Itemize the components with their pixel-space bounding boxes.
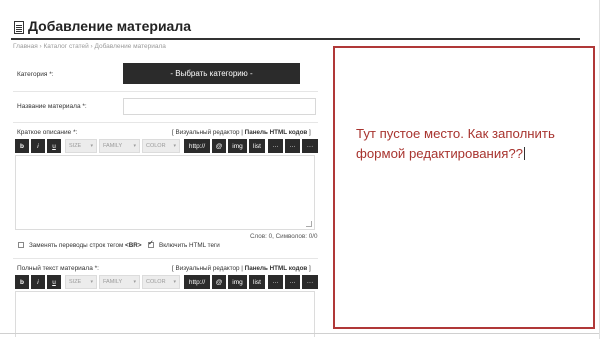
replace-br-text: Заменять переводы строк тегом bbox=[29, 242, 126, 249]
font-size-select[interactable]: SIZE bbox=[65, 139, 97, 153]
short-description-toolbar: b i u SIZE FAMILY COLOR http:// @ img li… bbox=[15, 139, 318, 153]
page-header: Добавление материала bbox=[11, 17, 586, 41]
annotation-text: Тут пустое место. Как заполнить формой р… bbox=[356, 124, 588, 164]
short-description-label: Краткое описание *: bbox=[17, 129, 78, 136]
divider bbox=[13, 258, 318, 259]
font-color-select[interactable]: COLOR bbox=[142, 275, 180, 289]
bold-button[interactable]: b bbox=[15, 275, 29, 289]
annotation-message: Тут пустое место. Как заполнить формой р… bbox=[356, 126, 555, 161]
document-icon bbox=[14, 21, 24, 34]
page-bottom-edge bbox=[0, 333, 600, 339]
underline-button[interactable]: u bbox=[47, 139, 61, 153]
insert-image-button[interactable]: img bbox=[228, 275, 247, 289]
annotation-box: Тут пустое место. Как заполнить формой р… bbox=[333, 46, 595, 329]
insert-image-button[interactable]: img bbox=[228, 139, 247, 153]
insert-link-button[interactable]: http:// bbox=[184, 275, 210, 289]
text-caret bbox=[524, 147, 526, 160]
resize-handle[interactable] bbox=[306, 221, 312, 227]
html-panel-link[interactable]: Панель HTML кодов bbox=[245, 129, 308, 136]
more-button[interactable]: ··· bbox=[302, 275, 318, 289]
enable-html-checkbox[interactable] bbox=[148, 239, 154, 248]
divider bbox=[13, 91, 318, 92]
category-label: Категория *: bbox=[17, 71, 54, 78]
bold-button[interactable]: b bbox=[15, 139, 29, 153]
full-text-label: Полный текст материала *: bbox=[17, 265, 99, 272]
material-name-label: Название материала *: bbox=[17, 103, 87, 110]
italic-button[interactable]: i bbox=[31, 139, 45, 153]
insert-link-button[interactable]: http:// bbox=[184, 139, 210, 153]
italic-button[interactable]: i bbox=[31, 275, 45, 289]
short-description-textarea[interactable] bbox=[15, 155, 315, 230]
divider bbox=[13, 122, 318, 123]
insert-email-button[interactable]: @ bbox=[212, 275, 226, 289]
editor-switch-prefix[interactable]: [ Визуальный редактор | bbox=[172, 265, 245, 272]
replace-br-label: Заменять переводы строк тегом <BR> bbox=[29, 242, 142, 249]
select-category-button[interactable]: - Выбрать категорию - bbox=[123, 63, 300, 84]
editor-mode-switch[interactable]: [ Визуальный редактор | Панель HTML кодо… bbox=[172, 265, 311, 272]
font-family-select[interactable]: FAMILY bbox=[99, 275, 140, 289]
editor-switch-prefix[interactable]: [ Визуальный редактор | bbox=[172, 129, 245, 136]
character-counter: Слов: 0, Символов: 0/0 bbox=[250, 233, 318, 240]
full-text-textarea[interactable] bbox=[15, 291, 315, 337]
editor-switch-suffix: ] bbox=[307, 265, 311, 272]
insert-list-button[interactable]: list bbox=[249, 139, 265, 153]
editor-switch-suffix: ] bbox=[307, 129, 311, 136]
enable-html-label: Включить HTML теги bbox=[159, 242, 220, 249]
title-underline bbox=[11, 38, 580, 40]
font-color-select[interactable]: COLOR bbox=[142, 139, 180, 153]
full-text-toolbar: b i u SIZE FAMILY COLOR http:// @ img li… bbox=[15, 275, 318, 289]
more-button[interactable]: ··· bbox=[268, 139, 283, 153]
font-family-select[interactable]: FAMILY bbox=[99, 139, 140, 153]
page-title: Добавление материала bbox=[28, 18, 192, 34]
insert-list-button[interactable]: list bbox=[249, 275, 265, 289]
more-button[interactable]: ··· bbox=[285, 275, 300, 289]
br-tag: <BR> bbox=[125, 242, 142, 249]
breadcrumb[interactable]: Главная › Каталог статей › Добавление ма… bbox=[13, 43, 166, 50]
more-button[interactable]: ··· bbox=[302, 139, 318, 153]
html-panel-link[interactable]: Панель HTML кодов bbox=[245, 265, 308, 272]
insert-email-button[interactable]: @ bbox=[212, 139, 226, 153]
editor-mode-switch[interactable]: [ Визуальный редактор | Панель HTML кодо… bbox=[172, 129, 311, 136]
more-button[interactable]: ··· bbox=[285, 139, 300, 153]
underline-button[interactable]: u bbox=[47, 275, 61, 289]
material-name-input[interactable] bbox=[123, 98, 316, 115]
replace-br-checkbox[interactable] bbox=[18, 242, 24, 248]
font-size-select[interactable]: SIZE bbox=[65, 275, 97, 289]
more-button[interactable]: ··· bbox=[268, 275, 283, 289]
